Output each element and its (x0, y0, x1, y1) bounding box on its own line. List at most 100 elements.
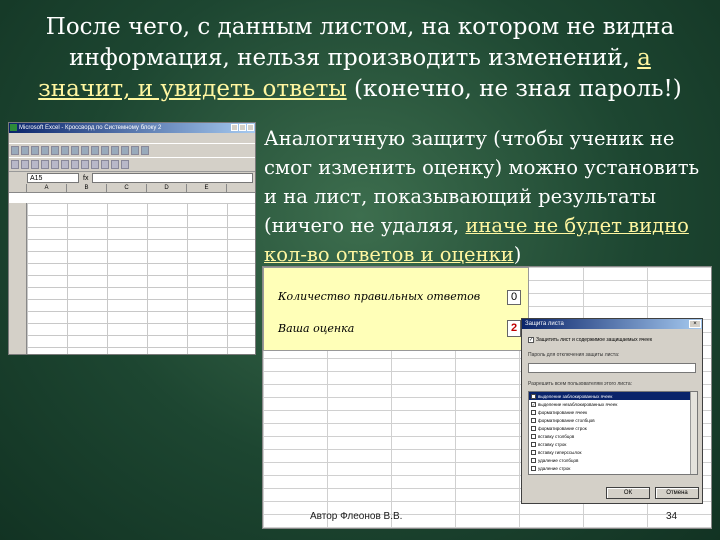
list-item[interactable]: удаление строк (529, 464, 697, 472)
protect-checkbox-row[interactable]: ✓ Защитить лист и содержимое защищаемых … (528, 337, 652, 343)
preview-icon[interactable] (51, 146, 59, 155)
chart-icon[interactable] (141, 146, 149, 155)
item-label: удаление столбцов (538, 457, 579, 463)
maximize-icon[interactable] (239, 124, 246, 131)
excel-menu-bar (9, 133, 255, 143)
close-icon[interactable]: × (689, 320, 701, 328)
correct-answers-value: 0 (507, 290, 521, 305)
item-label: вставку гиперссылок (538, 449, 582, 455)
excel-app-icon (10, 124, 17, 131)
cut-icon[interactable] (71, 146, 79, 155)
formatting-toolbar (9, 157, 255, 171)
footer-author: Автор Флеонов В.В. (310, 511, 403, 522)
protect-sheet-dialog: Защита листа × ✓ Защитить лист и содержи… (521, 318, 703, 504)
title-line-3: значит, и увидеть ответы (конечно, не зн… (6, 74, 714, 105)
dialog-title-bar: Защита листа × (522, 319, 702, 329)
select-all-corner[interactable] (9, 184, 27, 192)
title-line-2-underlined: а (637, 45, 651, 71)
bold-icon[interactable] (11, 160, 19, 169)
italic-icon[interactable] (21, 160, 29, 169)
list-item[interactable]: вставку гиперссылок (529, 448, 697, 456)
excel-window-title: Microsoft Excel - Кроссворд по Системном… (19, 125, 162, 131)
list-item[interactable]: вставку столбцов (529, 432, 697, 440)
new-icon[interactable] (11, 146, 19, 155)
item-checkbox[interactable] (531, 449, 536, 455)
item-checkbox[interactable] (531, 409, 536, 415)
align-right-icon[interactable] (61, 160, 69, 169)
item-checkbox[interactable] (531, 457, 536, 463)
name-box[interactable]: A15 (27, 173, 79, 183)
column-header[interactable]: B (67, 184, 107, 192)
item-checkbox[interactable] (531, 425, 536, 431)
row-headers[interactable] (9, 203, 27, 354)
item-checkbox[interactable]: ✓ (531, 401, 536, 407)
password-field[interactable] (528, 363, 696, 373)
grade-value: 2 (507, 320, 521, 337)
column-header[interactable]: D (147, 184, 187, 192)
font-color-icon[interactable] (121, 160, 129, 169)
cancel-button[interactable]: Отмена (655, 487, 699, 499)
item-label: удаление строк (538, 465, 571, 471)
dialog-title: Защита листа (525, 321, 564, 327)
undo-icon[interactable] (101, 146, 109, 155)
title-line-3-plain: (конечно, не зная пароль!) (346, 76, 682, 102)
item-checkbox[interactable] (531, 433, 536, 439)
window-controls (231, 124, 254, 131)
print-icon[interactable] (41, 146, 49, 155)
correct-answers-label: Количество правильных ответов (278, 290, 481, 303)
save-icon[interactable] (31, 146, 39, 155)
sort-icon[interactable] (131, 146, 139, 155)
paste-icon[interactable] (91, 146, 99, 155)
item-checkbox[interactable] (531, 417, 536, 423)
protect-checkbox[interactable]: ✓ (528, 337, 534, 343)
excel-title-bar: Microsoft Excel - Кроссворд по Системном… (9, 123, 255, 133)
list-item[interactable]: ✓ выделение незаблокированных ячеек (529, 400, 697, 408)
borders-icon[interactable] (101, 160, 109, 169)
fill-color-icon[interactable] (111, 160, 119, 169)
formula-input[interactable] (92, 173, 253, 183)
align-left-icon[interactable] (41, 160, 49, 169)
percent-icon[interactable] (91, 160, 99, 169)
spelling-icon[interactable] (61, 146, 69, 155)
allow-label: Разрешить всем пользователям этого листа… (528, 381, 632, 387)
merge-icon[interactable] (71, 160, 79, 169)
list-item[interactable]: вставку строк (529, 440, 697, 448)
list-item[interactable]: форматирование ячеек (529, 408, 697, 416)
title-line-3-underlined: значит, и увидеть ответы (38, 76, 347, 102)
body-text: Аналогичную защиту (чтобы ученик не смог… (264, 124, 714, 269)
excel-screenshot: Microsoft Excel - Кроссворд по Системном… (8, 122, 256, 355)
fx-icon[interactable]: fx (83, 175, 88, 182)
permissions-list[interactable]: ✓ выделение заблокированных ячеек ✓ выделе… (528, 391, 698, 475)
formula-bar: A15 fx (9, 171, 255, 184)
list-item[interactable]: форматирование столбцов (529, 416, 697, 424)
column-header[interactable]: C (107, 184, 147, 192)
list-item[interactable]: форматирование строк (529, 424, 697, 432)
item-checkbox[interactable] (531, 465, 536, 471)
close-icon[interactable] (247, 124, 254, 131)
item-label: вставку строк (538, 441, 567, 447)
title-line-1: После чего, с данным листом, на котором … (45, 14, 675, 40)
copy-icon[interactable] (81, 146, 89, 155)
open-icon[interactable] (21, 146, 29, 155)
list-scrollbar[interactable] (690, 392, 697, 474)
column-header[interactable]: E (187, 184, 227, 192)
underline-icon[interactable] (31, 160, 39, 169)
item-checkbox[interactable] (531, 441, 536, 447)
align-center-icon[interactable] (51, 160, 59, 169)
list-item[interactable]: ✓ выделение заблокированных ячеек (529, 392, 697, 400)
minimize-icon[interactable] (231, 124, 238, 131)
cell-grid[interactable] (9, 203, 255, 354)
item-label: форматирование столбцов (538, 417, 595, 423)
ok-button[interactable]: ОК (606, 487, 650, 499)
currency-icon[interactable] (81, 160, 89, 169)
list-item[interactable]: удаление столбцов (529, 456, 697, 464)
title-line-2-plain: информация, нельзя производить изменений… (69, 45, 638, 71)
sum-icon[interactable] (121, 146, 129, 155)
item-label: вставку столбцов (538, 433, 575, 439)
results-panel: Количество правильных ответов 0 Ваша оце… (263, 267, 529, 351)
column-headers: A B C D E (9, 184, 255, 193)
body-text-end: ) (513, 243, 522, 266)
column-header[interactable]: A (27, 184, 67, 192)
redo-icon[interactable] (111, 146, 119, 155)
item-checkbox[interactable]: ✓ (531, 393, 536, 399)
